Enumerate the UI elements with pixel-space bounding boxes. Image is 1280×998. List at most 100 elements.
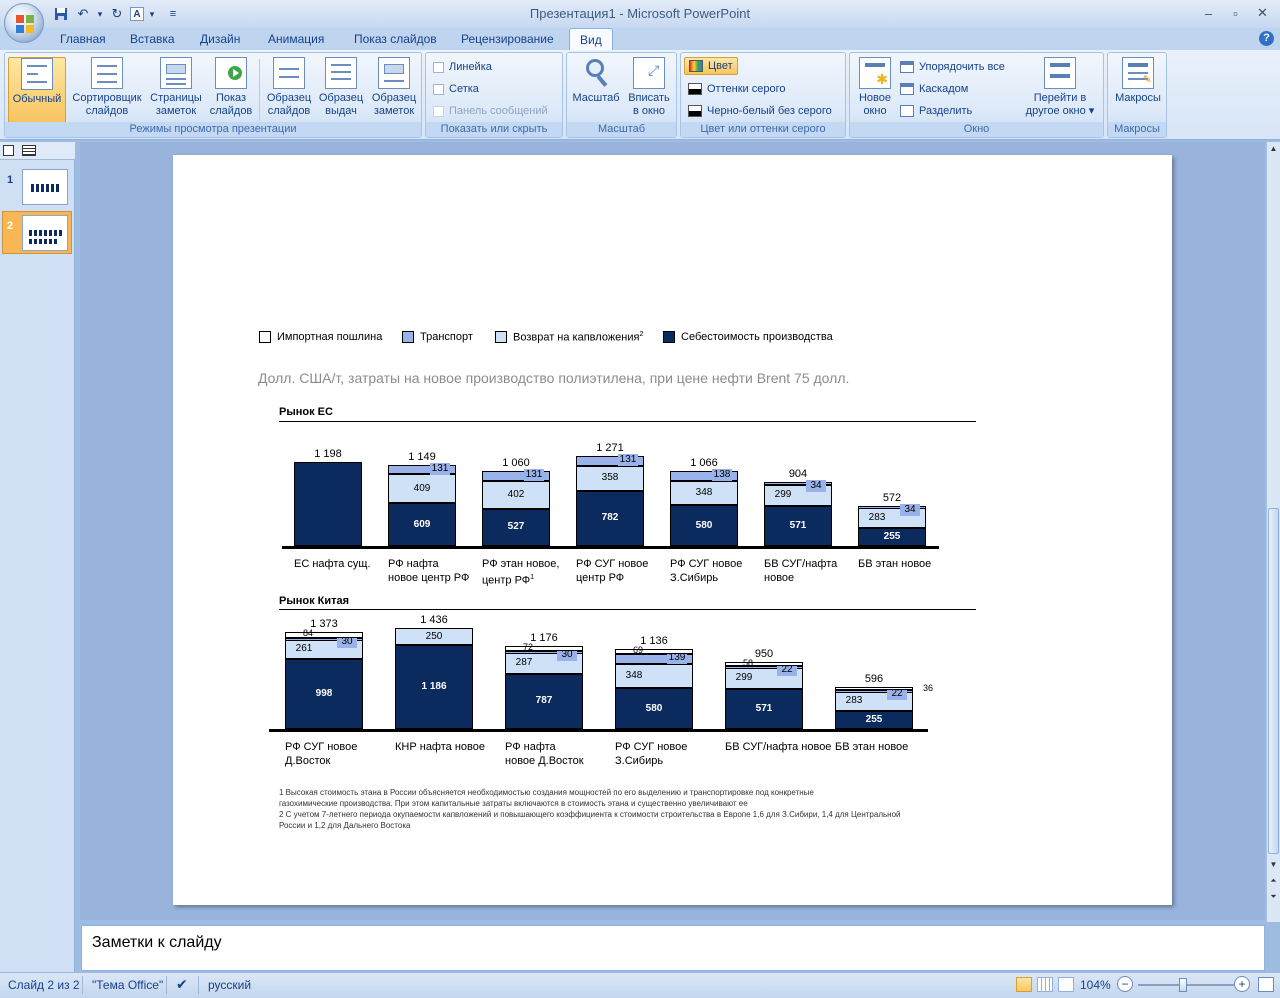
group-label-macros: Макросы: [1108, 122, 1166, 137]
black-white-button[interactable]: Черно-белый без серого: [688, 105, 832, 117]
slide-thumbnail-1[interactable]: [22, 169, 68, 205]
tab-slideshow[interactable]: Показ слайдов: [354, 32, 437, 46]
bar-value-label: 34: [900, 503, 920, 516]
normal-view-button[interactable]: Обычный: [8, 57, 66, 123]
category-label: РФ СУГ новое З.Сибирь: [670, 558, 743, 584]
bar-value-label: 283: [845, 695, 863, 707]
tab-view[interactable]: Вид: [569, 28, 613, 51]
bar-value-label: 527: [507, 521, 525, 533]
legend-item: Себестоимость производства: [663, 331, 833, 343]
bar-value-label: 34: [806, 480, 826, 493]
normal-view-status-icon[interactable]: [1016, 977, 1032, 992]
bar-total-label: 1 149: [408, 450, 436, 463]
category-label: РФ СУГ новое З.Сибирь: [615, 741, 688, 767]
scroll-thumb[interactable]: [1268, 508, 1279, 854]
tab-insert[interactable]: Вставка: [130, 32, 175, 46]
slideshow-button[interactable]: Показ слайдов: [207, 57, 255, 123]
category-label: РФ нафта новое центр РФ: [388, 558, 470, 584]
tab-animation[interactable]: Анимация: [268, 32, 324, 46]
fit-window-icon: ⤢: [633, 57, 665, 89]
bar-total-label: 1 373: [310, 618, 338, 631]
fit-to-window-button[interactable]: ⤢ Вписать в окно: [623, 57, 675, 123]
zoom-in-button[interactable]: +: [1234, 976, 1250, 992]
zoom-level[interactable]: 104%: [1080, 978, 1111, 992]
separator: [259, 59, 260, 121]
slide-thumbnail-2[interactable]: [22, 215, 68, 251]
close-button[interactable]: ✕: [1249, 2, 1276, 24]
category-label: БВ СУГ/нафта новое: [764, 558, 838, 584]
theme-name[interactable]: "Тема Office": [92, 978, 163, 992]
scroll-up-icon[interactable]: ▲: [1268, 144, 1279, 156]
category-label: РФ СУГ новое центр РФ: [576, 558, 649, 584]
message-bar-checkbox[interactable]: Панель сообщений: [433, 105, 548, 117]
arrange-all-button[interactable]: Упорядочить все: [900, 61, 1005, 73]
bar-segment: [294, 461, 362, 546]
handout-master-button[interactable]: Образец выдач: [315, 57, 367, 123]
group-macros: ✎ Макросы Макросы: [1107, 52, 1167, 138]
help-icon[interactable]: ?: [1259, 31, 1274, 46]
slideshow-icon: [215, 57, 247, 89]
bar-total-label: 596: [864, 672, 884, 685]
group-views: Обычный Сортировщик слайдов Страницы зам…: [4, 52, 422, 138]
magnifier-icon: [580, 57, 612, 89]
color-button[interactable]: Цвет: [684, 57, 738, 75]
bar-value-label: 255: [883, 531, 901, 542]
footnote-line: России и 1,2 для Дальнего Востока: [279, 821, 411, 830]
vertical-scrollbar[interactable]: ▲ ▼ ⏶ ⏷: [1266, 142, 1280, 922]
bar-value-label: 571: [789, 519, 807, 531]
window-title: Презентация1 - Microsoft PowerPoint: [529, 6, 751, 21]
notes-master-button[interactable]: Образец заметок: [367, 57, 421, 123]
ruler-checkbox[interactable]: Линейка: [433, 61, 492, 73]
checkbox-icon: [433, 83, 444, 95]
notes-page-icon: [160, 57, 192, 89]
spellcheck-icon[interactable]: ✔: [176, 976, 188, 993]
slide-canvas[interactable]: Долл. США/т, затраты на новое производст…: [173, 155, 1172, 905]
new-window-button[interactable]: ✱ Новое окно: [853, 57, 897, 123]
bar-value-label: 1 186: [421, 681, 447, 693]
bar-value-label: 250: [425, 630, 443, 642]
macros-button[interactable]: ✎ Макросы: [1110, 57, 1166, 123]
tab-review[interactable]: Рецензирование: [461, 32, 554, 46]
language-indicator[interactable]: русский: [208, 978, 251, 992]
footnote-line: газохимические производства. При этом ка…: [279, 799, 748, 808]
tab-home[interactable]: Главная: [60, 32, 106, 46]
bar-total-label: 1 060: [502, 457, 530, 470]
color-swatch-icon: [689, 60, 703, 72]
minimize-button[interactable]: –: [1195, 2, 1222, 24]
maximize-button[interactable]: ▫: [1222, 2, 1249, 24]
checkbox-icon: [433, 61, 444, 73]
grid-checkbox[interactable]: Сетка: [433, 83, 479, 95]
switch-window-button[interactable]: Перейти в другое окно ▾: [1020, 57, 1100, 123]
slides-tab-icon[interactable]: [3, 145, 14, 156]
previous-slide-icon[interactable]: ⏶: [1268, 876, 1279, 888]
tab-design[interactable]: Дизайн: [200, 32, 240, 46]
notes-pane[interactable]: Заметки к слайду: [81, 925, 1265, 971]
zoom-button[interactable]: Масштаб: [570, 57, 622, 123]
split-button[interactable]: Разделить: [900, 105, 972, 117]
office-button[interactable]: [4, 3, 44, 43]
zoom-out-button[interactable]: −: [1117, 976, 1133, 992]
category-label: РФ СУГ новое Д.Восток: [285, 741, 358, 767]
outline-tab-icon[interactable]: [22, 145, 36, 156]
bar-total-label: 1 136: [640, 634, 668, 647]
grayscale-button[interactable]: Оттенки серого: [688, 83, 785, 95]
bar-value-label: 299: [774, 489, 792, 501]
bar-total-label: 1 436: [420, 613, 448, 626]
bar-total-label: 950: [754, 648, 774, 661]
group-window: ✱ Новое окно Упорядочить все Каскадом Ра…: [849, 52, 1104, 138]
grayscale-icon: [688, 83, 702, 95]
fit-slide-status-icon[interactable]: [1258, 977, 1274, 992]
slideshow-status-icon[interactable]: [1058, 977, 1074, 992]
new-window-icon: ✱: [859, 57, 891, 89]
cascade-button[interactable]: Каскадом: [900, 83, 968, 95]
notes-page-button[interactable]: Страницы заметок: [147, 57, 205, 123]
slide-master-button[interactable]: Образец слайдов: [263, 57, 315, 123]
footnote-line: 1 Высокая стоимость этана в России объяс…: [279, 788, 814, 797]
next-slide-icon[interactable]: ⏷: [1268, 892, 1279, 904]
bar-value-label: 131: [524, 469, 544, 482]
sorter-view-status-icon[interactable]: [1037, 977, 1053, 992]
separator: [82, 976, 83, 994]
scroll-down-icon[interactable]: ▼: [1268, 860, 1279, 872]
zoom-slider-thumb[interactable]: [1179, 978, 1187, 992]
slide-sorter-button[interactable]: Сортировщик слайдов: [69, 57, 145, 123]
